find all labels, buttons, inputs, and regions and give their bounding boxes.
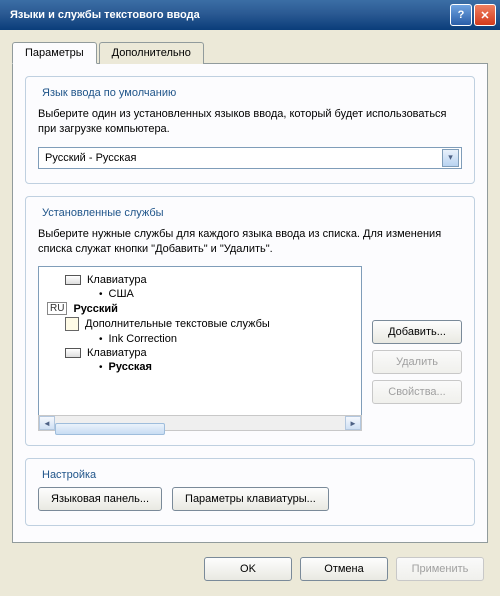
- tree-node-russian-layout[interactable]: • Русская: [43, 360, 357, 374]
- tab-parameters[interactable]: Параметры: [12, 42, 97, 64]
- bullet-icon: •: [99, 362, 103, 373]
- tree-label: Ink Correction: [109, 333, 177, 345]
- default-language-legend: Язык ввода по умолчанию: [38, 87, 180, 99]
- chevron-down-icon: ▾: [442, 149, 459, 167]
- services-tree[interactable]: Клавиатура • США RU Русский Дополните: [38, 266, 362, 416]
- horizontal-scrollbar[interactable]: ◄ ►: [38, 415, 362, 431]
- installed-services-group: Установленные службы Выберите нужные слу…: [25, 196, 475, 447]
- apply-button[interactable]: Применить: [396, 557, 484, 581]
- keyboard-settings-button[interactable]: Параметры клавиатуры...: [172, 487, 329, 511]
- tab-body: Язык ввода по умолчанию Выберите один из…: [12, 63, 488, 543]
- bullet-icon: •: [99, 334, 103, 345]
- tree-node-us[interactable]: • США: [43, 287, 357, 301]
- dialog-content: Параметры Дополнительно Язык ввода по ум…: [0, 30, 500, 543]
- tab-strip: Параметры Дополнительно: [12, 42, 488, 64]
- keyboard-icon: [65, 348, 81, 358]
- tree-node-ink[interactable]: • Ink Correction: [43, 332, 357, 346]
- tab-advanced[interactable]: Дополнительно: [99, 42, 204, 64]
- installed-services-desc: Выберите нужные службы для каждого языка…: [38, 227, 462, 257]
- scroll-left-button[interactable]: ◄: [39, 416, 55, 430]
- default-language-value: Русский - Русская: [45, 152, 442, 164]
- title-bar: Языки и службы текстового ввода ? ✕: [0, 0, 500, 30]
- installed-services-legend: Установленные службы: [38, 207, 168, 219]
- language-bar-button[interactable]: Языковая панель...: [38, 487, 162, 511]
- tree-label: Клавиатура: [87, 274, 147, 286]
- settings-legend: Настройка: [38, 469, 100, 481]
- dialog-footer: OK Отмена Применить: [0, 543, 500, 595]
- tree-label: Русская: [109, 361, 152, 373]
- default-language-group: Язык ввода по умолчанию Выберите один из…: [25, 76, 475, 184]
- ok-button[interactable]: OK: [204, 557, 292, 581]
- help-button[interactable]: ?: [450, 4, 472, 26]
- tree-label: Русский: [73, 303, 117, 315]
- tree-node-russian[interactable]: RU Русский: [43, 301, 357, 316]
- language-badge: RU: [47, 302, 67, 315]
- scroll-right-button[interactable]: ►: [345, 416, 361, 430]
- tree-node-keyboard-ru[interactable]: Клавиатура: [43, 346, 357, 360]
- scroll-thumb[interactable]: [55, 423, 165, 435]
- document-icon: [65, 317, 79, 331]
- close-icon: ✕: [480, 9, 489, 22]
- remove-button[interactable]: Удалить: [372, 350, 462, 374]
- tree-label: Дополнительные текстовые службы: [85, 318, 270, 330]
- tree-label: Клавиатура: [87, 347, 147, 359]
- cancel-button[interactable]: Отмена: [300, 557, 388, 581]
- tree-label: США: [109, 288, 134, 300]
- add-button[interactable]: Добавить...: [372, 320, 462, 344]
- default-language-select[interactable]: Русский - Русская ▾: [38, 147, 462, 169]
- properties-button[interactable]: Свойства...: [372, 380, 462, 404]
- help-icon: ?: [458, 9, 465, 21]
- tree-node-text-services[interactable]: Дополнительные текстовые службы: [43, 316, 357, 332]
- default-language-desc: Выберите один из установленных языков вв…: [38, 107, 462, 137]
- settings-group: Настройка Языковая панель... Параметры к…: [25, 458, 475, 526]
- tree-node-keyboard-en[interactable]: Клавиатура: [43, 273, 357, 287]
- keyboard-icon: [65, 275, 81, 285]
- close-button[interactable]: ✕: [474, 4, 496, 26]
- window-title: Языки и службы текстового ввода: [10, 9, 448, 21]
- bullet-icon: •: [99, 289, 103, 300]
